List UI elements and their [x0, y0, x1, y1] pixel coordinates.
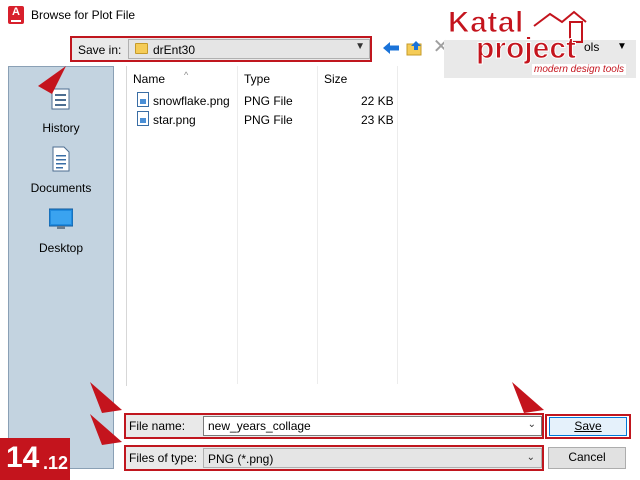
- up-folder-icon[interactable]: [406, 40, 424, 56]
- pointer-arrow-icon: [90, 414, 122, 445]
- save-in-label: Save in:: [78, 43, 122, 57]
- file-name-input[interactable]: [203, 416, 542, 436]
- column-header-type[interactable]: Type: [244, 72, 270, 86]
- chevron-down-icon[interactable]: ⌄: [528, 419, 536, 430]
- png-file-icon: [137, 92, 149, 107]
- file-size: 22 KB: [361, 94, 394, 108]
- file-name: snowflake.png: [153, 94, 230, 108]
- sort-caret-icon: ^: [184, 70, 189, 80]
- save-in-dropdown[interactable]: drEnt30 ▼: [128, 39, 370, 59]
- png-file-icon: [137, 111, 149, 126]
- places-label-documents: Documents: [30, 181, 92, 195]
- katal-project-logo: ols ▼ Katal project modern design tools: [440, 2, 640, 80]
- files-of-type-dropdown[interactable]: PNG (*.png) ⌄: [203, 448, 542, 468]
- places-item-documents[interactable]: Documents: [9, 135, 113, 195]
- files-of-type-label: Files of type:: [129, 451, 198, 465]
- file-size: 23 KB: [361, 113, 394, 127]
- pointer-arrow-icon: [90, 382, 122, 413]
- places-item-desktop[interactable]: Desktop: [9, 195, 113, 255]
- file-row[interactable]: snowflake.png PNG File 22 KB: [133, 91, 533, 110]
- chevron-down-icon: ⌄: [526, 452, 535, 463]
- folder-icon: [135, 43, 148, 54]
- column-header-name[interactable]: ^ Name: [133, 70, 188, 86]
- file-name-group: File name: ⌄: [124, 413, 544, 439]
- pointer-arrow-icon: [38, 66, 66, 94]
- save-button-highlight: Save: [545, 414, 631, 439]
- files-of-type-value: PNG (*.png): [208, 452, 274, 466]
- documents-icon: [52, 146, 70, 172]
- file-name: star.png: [153, 113, 196, 127]
- save-in-group: Save in: drEnt30 ▼: [70, 36, 372, 62]
- chevron-down-icon[interactable]: ▼: [617, 41, 627, 52]
- version-major: 14: [6, 441, 40, 474]
- logo-tagline: modern design tools: [532, 64, 627, 75]
- file-row[interactable]: star.png PNG File 23 KB: [133, 110, 533, 129]
- file-type: PNG File: [244, 94, 293, 108]
- version-badge: 14 .12: [0, 438, 70, 480]
- desktop-icon: [49, 208, 73, 229]
- file-list[interactable]: ^ Name Type Size snowflake.png PNG File …: [126, 66, 632, 386]
- back-arrow-icon[interactable]: [382, 40, 400, 56]
- logo-text-project: project: [475, 32, 577, 66]
- places-label-desktop: Desktop: [38, 241, 84, 255]
- pointer-arrow-icon: [512, 382, 544, 413]
- places-label-history: History: [42, 121, 80, 135]
- chevron-down-icon: ▼: [355, 41, 365, 52]
- files-of-type-group: Files of type: PNG (*.png) ⌄: [124, 445, 544, 471]
- save-button[interactable]: Save: [549, 417, 627, 436]
- cancel-button[interactable]: Cancel: [548, 447, 626, 469]
- file-name-label: File name:: [129, 419, 186, 433]
- window-title: Browse for Plot File: [31, 8, 136, 22]
- file-type: PNG File: [244, 113, 293, 127]
- column-header-size[interactable]: Size: [324, 72, 347, 86]
- save-in-value: drEnt30: [153, 43, 196, 57]
- autocad-app-icon: [8, 6, 24, 24]
- version-minor: .12: [43, 453, 69, 473]
